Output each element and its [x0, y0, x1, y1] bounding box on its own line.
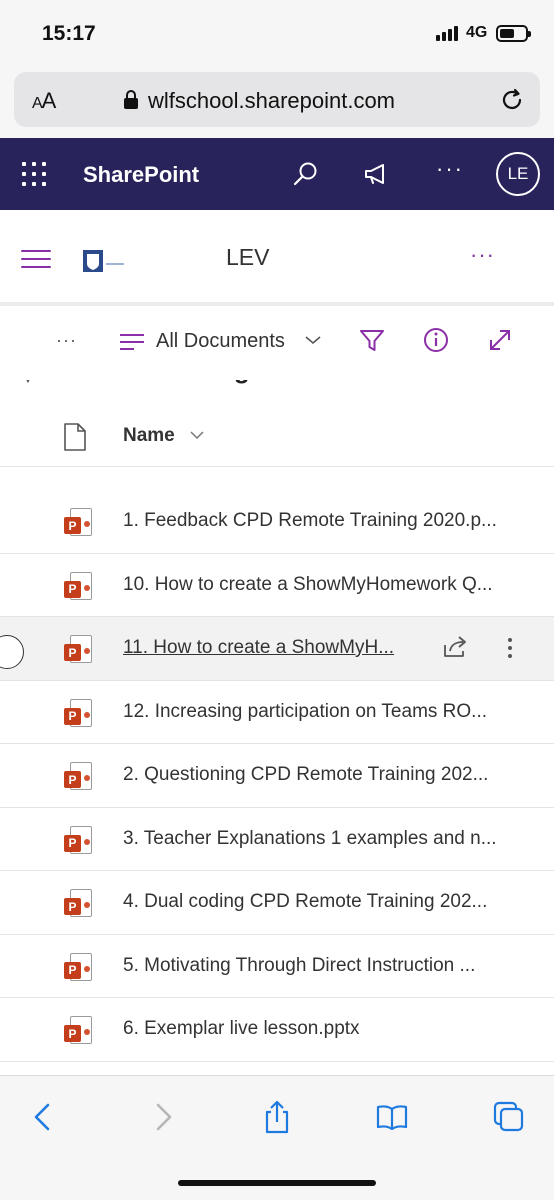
row-more-icon[interactable]	[502, 633, 518, 663]
file-name[interactable]: 11. How to create a ShowMyH...	[123, 637, 394, 659]
network-type: 4G	[466, 24, 488, 41]
site-more-button[interactable]: ···	[470, 242, 495, 268]
battery-icon	[496, 25, 531, 42]
bookmarks-icon[interactable]	[375, 1100, 409, 1134]
powerpoint-icon: P	[64, 571, 92, 602]
table-row[interactable]: P 6. Exemplar live lesson.pptx	[0, 998, 554, 1062]
powerpoint-icon: P	[64, 635, 92, 665]
forward-icon[interactable]	[146, 1100, 180, 1134]
file-name[interactable]: 2. Questioning CPD Remote Training 202..…	[123, 764, 488, 786]
hamburger-menu-icon[interactable]	[21, 250, 51, 268]
powerpoint-icon: P	[64, 889, 92, 919]
avatar[interactable]: LE	[496, 152, 540, 196]
command-bar: ··· All Documents	[0, 306, 554, 380]
info-icon[interactable]	[422, 326, 450, 354]
table-row[interactable]: P 2. Questioning CPD Remote Training 202…	[0, 744, 554, 808]
name-column-header[interactable]: Name	[123, 425, 175, 447]
powerpoint-icon: P	[64, 698, 92, 729]
view-list-icon	[120, 334, 144, 352]
url-text[interactable]: wlfschool.sharepoint.com	[148, 88, 395, 114]
site-logo	[83, 250, 124, 272]
file-name[interactable]: 3. Teacher Explanations 1 examples and n…	[123, 828, 497, 850]
powerpoint-icon: P	[64, 1016, 92, 1046]
suite-bar: SharePoint ···	[0, 138, 554, 210]
powerpoint-icon: P	[64, 825, 92, 856]
app-title[interactable]: SharePoint	[83, 162, 199, 188]
text-size-button[interactable]: AA	[32, 88, 56, 114]
megaphone-icon[interactable]	[362, 160, 390, 188]
row-select-radio[interactable]	[0, 635, 24, 669]
document-type-icon[interactable]	[64, 423, 86, 451]
suite-more-button[interactable]: ···	[436, 156, 464, 182]
command-more-button[interactable]: ···	[56, 330, 77, 351]
reload-icon[interactable]	[498, 86, 526, 114]
expand-icon[interactable]	[486, 326, 514, 354]
filter-icon[interactable]	[358, 326, 386, 354]
status-time: 15:17	[42, 22, 96, 45]
table-row[interactable]: P 12. Increasing participation on Teams …	[0, 680, 554, 744]
table-row[interactable]: P 3. Teacher Explanations 1 examples and…	[0, 807, 554, 871]
file-name[interactable]: 5. Motivating Through Direct Instruction…	[123, 955, 475, 977]
browser-address-area: AA wlfschool.sharepoint.com	[0, 68, 554, 138]
table-row[interactable]: P 10. How to create a ShowMyHomework Q..…	[0, 553, 554, 617]
view-selector[interactable]: All Documents	[156, 330, 285, 353]
app-launcher-icon[interactable]	[22, 162, 46, 186]
chevron-down-icon[interactable]	[304, 333, 322, 347]
search-icon[interactable]	[292, 160, 320, 188]
home-indicator	[178, 1180, 376, 1186]
status-bar: 15:17 4G	[0, 0, 554, 68]
address-bar[interactable]: AA wlfschool.sharepoint.com	[14, 72, 540, 127]
table-row-selected[interactable]: P 11. How to create a ShowMyH...	[0, 617, 554, 681]
share-icon[interactable]	[442, 635, 470, 659]
powerpoint-icon: P	[64, 952, 92, 983]
file-name[interactable]: 6. Exemplar live lesson.pptx	[123, 1018, 360, 1040]
table-row[interactable]: P 4. Dual coding CPD Remote Training 202…	[0, 871, 554, 935]
chevron-down-icon[interactable]	[189, 429, 205, 441]
back-icon[interactable]	[26, 1100, 60, 1134]
powerpoint-icon: P	[64, 762, 92, 792]
list-header: Name	[0, 405, 554, 467]
lock-icon	[124, 90, 138, 109]
file-name[interactable]: 1. Feedback CPD Remote Training 2020.p..…	[123, 510, 497, 532]
tabs-icon[interactable]	[492, 1100, 526, 1134]
site-title[interactable]: LEV	[226, 244, 269, 271]
file-list: P 1. Feedback CPD Remote Training 2020.p…	[0, 490, 554, 1062]
table-row[interactable]: P 5. Motivating Through Direct Instructi…	[0, 934, 554, 998]
file-name[interactable]: 12. Increasing participation on Teams RO…	[123, 701, 487, 723]
share-icon[interactable]	[260, 1100, 294, 1134]
site-header: LEV ···	[0, 210, 554, 306]
powerpoint-icon: P	[64, 508, 92, 538]
signal-icon	[436, 26, 458, 41]
table-row[interactable]: P 1. Feedback CPD Remote Training 2020.p…	[0, 490, 554, 554]
file-name[interactable]: 10. How to create a ShowMyHomework Q...	[123, 574, 493, 596]
file-name[interactable]: 4. Dual coding CPD Remote Training 202..…	[123, 891, 487, 913]
